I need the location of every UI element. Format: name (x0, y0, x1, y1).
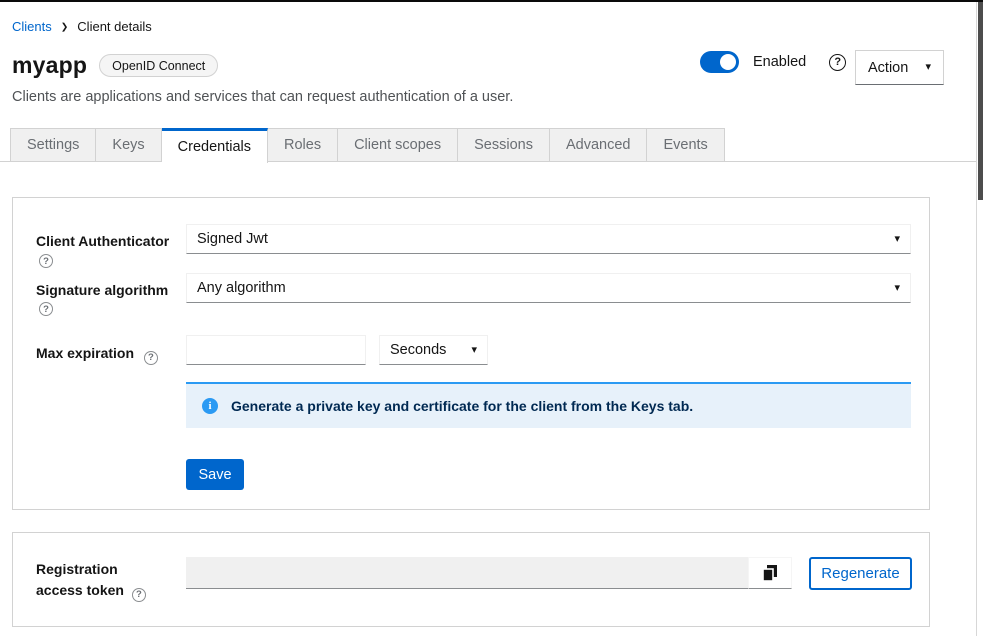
action-dropdown[interactable]: Action ▾ (855, 50, 944, 85)
breadcrumb-current: Client details (77, 19, 151, 34)
caret-down-icon: ▾ (894, 283, 900, 294)
save-button[interactable]: Save (186, 459, 244, 490)
regenerate-button[interactable]: Regenerate (809, 557, 912, 590)
help-icon[interactable]: ? (39, 254, 53, 268)
client-authenticator-label: Client Authenticator (36, 231, 169, 252)
registration-token-label-text: Registration access token (36, 561, 124, 598)
tab-events[interactable]: Events (647, 128, 724, 162)
max-expiration-label: Max expiration ? (36, 343, 158, 365)
action-dropdown-label: Action (868, 60, 908, 76)
help-icon[interactable]: ? (39, 302, 53, 316)
title-row: myapp OpenID Connect (12, 52, 218, 79)
token-input-group (186, 557, 792, 589)
registration-token-label: Registration access token ? (36, 559, 158, 602)
page-description: Clients are applications and services th… (12, 89, 513, 105)
tab-bar: Settings Keys Credentials Roles Client s… (10, 128, 725, 162)
token-input-wrap (186, 557, 748, 589)
client-authenticator-value: Signed Jwt (197, 231, 268, 247)
caret-down-icon: ▾ (471, 345, 477, 356)
client-details-page: Clients ❯ Client details myapp OpenID Co… (0, 0, 983, 636)
window-top-edge (0, 0, 983, 2)
copy-button[interactable] (748, 557, 792, 589)
time-unit-value: Seconds (390, 342, 446, 358)
help-icon[interactable]: ? (829, 54, 846, 71)
protocol-badge: OpenID Connect (99, 54, 218, 77)
caret-down-icon: ▾ (894, 234, 900, 245)
signature-algorithm-label: Signature algorithm (36, 280, 168, 301)
tab-client-scopes[interactable]: Client scopes (338, 128, 458, 162)
max-expiration-label-text: Max expiration (36, 345, 134, 361)
tab-sessions[interactable]: Sessions (458, 128, 550, 162)
max-expiration-input-wrap (186, 335, 366, 365)
breadcrumb: Clients ❯ Client details (12, 19, 152, 34)
registration-token-card: Registration access token ? Regenerate (12, 532, 930, 627)
tab-credentials[interactable]: Credentials (162, 128, 268, 163)
info-alert: i Generate a private key and certificate… (186, 382, 911, 428)
signature-algorithm-select[interactable]: Any algorithm ▾ (186, 273, 911, 303)
info-icon: i (202, 398, 218, 414)
enabled-label: Enabled (753, 54, 806, 70)
signature-algorithm-value: Any algorithm (197, 280, 286, 296)
registration-token-input[interactable] (186, 557, 748, 588)
scrollbar-thumb[interactable] (978, 2, 983, 200)
copy-icon (762, 564, 778, 582)
tab-advanced[interactable]: Advanced (550, 128, 648, 162)
client-authenticator-select[interactable]: Signed Jwt ▾ (186, 224, 911, 254)
max-expiration-input[interactable] (197, 342, 355, 358)
chevron-right-icon: ❯ (61, 22, 69, 33)
info-alert-text: Generate a private key and certificate f… (231, 398, 693, 414)
toggle-knob-icon (720, 54, 736, 70)
help-icon[interactable]: ? (144, 351, 158, 365)
time-unit-dropdown[interactable]: Seconds ▾ (379, 335, 488, 365)
credentials-card: Client Authenticator ? Signed Jwt ▾ Sign… (12, 197, 930, 510)
scrollbar[interactable] (976, 2, 983, 636)
breadcrumb-clients-link[interactable]: Clients (12, 19, 52, 34)
tab-roles[interactable]: Roles (268, 128, 338, 162)
tab-settings[interactable]: Settings (10, 128, 96, 162)
header-controls: Enabled ? (700, 50, 846, 74)
caret-down-icon: ▾ (925, 62, 931, 73)
enabled-toggle[interactable] (700, 51, 739, 73)
tab-keys[interactable]: Keys (96, 128, 161, 162)
help-icon[interactable]: ? (132, 588, 146, 602)
page-title: myapp (12, 52, 87, 79)
